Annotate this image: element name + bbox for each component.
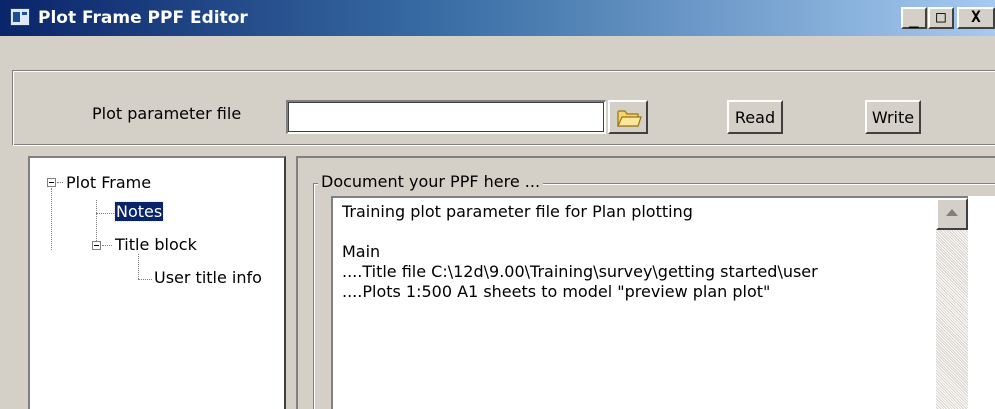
browse-button[interactable] <box>608 100 648 134</box>
title-bar[interactable]: Plot Frame PPF Editor _ □ X <box>0 0 995 36</box>
ppf-tree[interactable]: Plot Frame Notes Title block User title … <box>28 156 286 409</box>
app-icon <box>10 8 30 26</box>
close-button[interactable]: X <box>957 7 995 29</box>
notes-group-label: Document your PPF here ... <box>318 172 544 191</box>
panel-splitter[interactable] <box>288 156 296 409</box>
textarea-edge <box>968 196 995 409</box>
window-title: Plot Frame PPF Editor <box>38 8 248 28</box>
collapse-icon[interactable] <box>92 241 101 250</box>
tree-item-title-block[interactable]: Title block <box>115 235 197 254</box>
notes-line: Training plot parameter file for Plan pl… <box>342 202 693 221</box>
parameter-file-input[interactable] <box>286 100 606 134</box>
notes-line <box>342 222 990 242</box>
minimize-button[interactable]: _ <box>901 7 927 29</box>
notes-line: ....Plots 1:500 A1 sheets to model "prev… <box>342 282 771 301</box>
tree-item-plot-frame[interactable]: Plot Frame <box>66 173 151 192</box>
tree-item-notes[interactable]: Notes <box>113 201 165 222</box>
notes-line: ....Title file C:\12d\9.00\Training\surv… <box>342 262 818 281</box>
folder-icon <box>617 110 642 127</box>
maximize-button[interactable]: □ <box>928 7 954 29</box>
write-button[interactable]: Write <box>865 100 921 134</box>
parameter-file-label: Plot parameter file <box>92 104 242 123</box>
tree-item-user-title-info[interactable]: User title info <box>154 268 262 287</box>
scroll-up-button[interactable] <box>936 198 968 230</box>
collapse-icon[interactable] <box>47 178 56 187</box>
read-button[interactable]: Read <box>727 100 783 134</box>
notes-line: Main <box>342 242 381 261</box>
notes-textarea[interactable]: Training plot parameter file for Plan pl… <box>331 196 990 409</box>
